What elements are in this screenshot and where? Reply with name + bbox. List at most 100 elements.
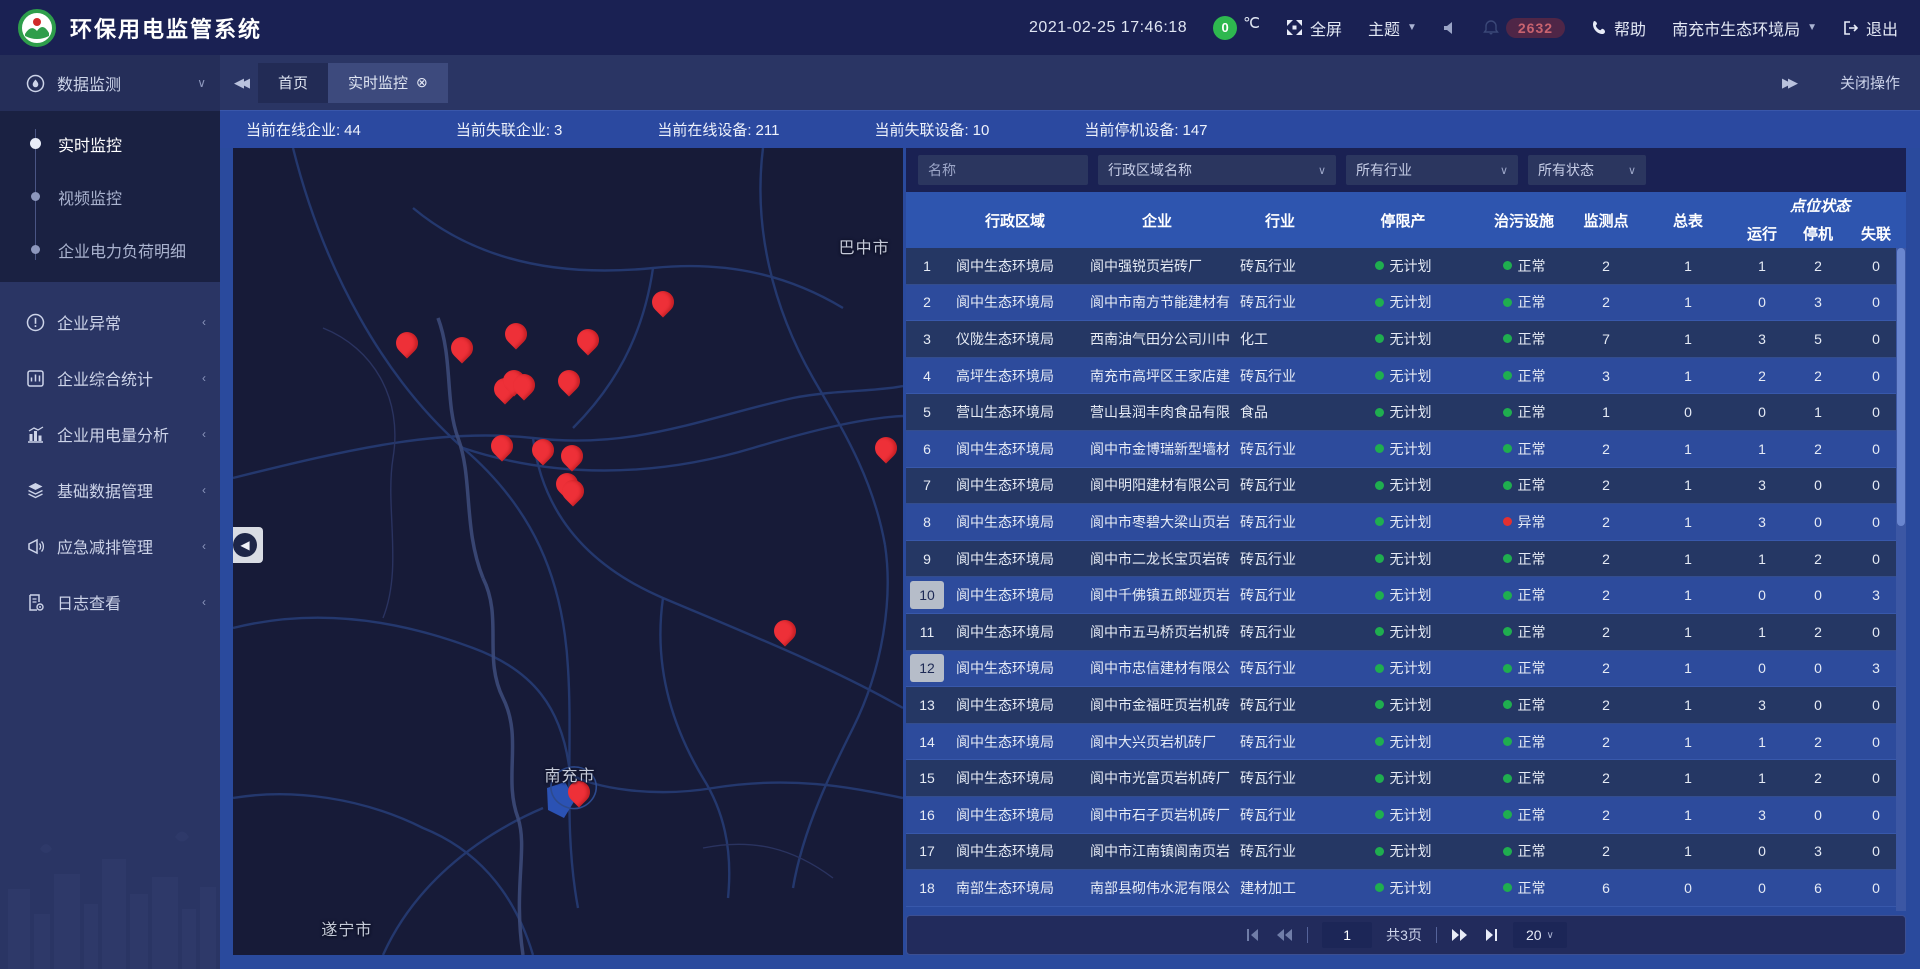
- page-number-input[interactable]: 1: [1322, 922, 1372, 948]
- tab-realtime-monitor[interactable]: 实时监控 ⊗: [328, 63, 448, 103]
- sidebar-item-base-data[interactable]: 基础数据管理‹: [0, 462, 220, 518]
- table-row[interactable]: 8 阆中生态环境局 阆中市枣碧大梁山页岩 砖瓦行业 无计划 异常 2 1 3 0…: [906, 504, 1906, 541]
- page-size-select[interactable]: 20∨: [1513, 922, 1567, 948]
- map-city-label: 遂宁市: [321, 916, 372, 940]
- cell-company: 阆中市南方节能建材有: [1082, 285, 1232, 321]
- map-collapse-button[interactable]: ◀: [233, 527, 263, 563]
- status-dot-icon: [1503, 627, 1512, 636]
- table-row[interactable]: 1 阆中生态环境局 阆中强锐页岩砖厂 砖瓦行业 无计划 正常 2 1 1 2 0: [906, 248, 1906, 285]
- first-page-button[interactable]: [1245, 928, 1261, 942]
- cell-index: 5: [906, 394, 948, 430]
- table-row[interactable]: 4 高坪生态环境局 南充市高坪区王家店建 砖瓦行业 无计划 正常 3 1 2 2…: [906, 358, 1906, 395]
- map-panel[interactable]: 巴中市南充市遂宁市 ◀: [233, 148, 903, 955]
- table-row[interactable]: 13 阆中生态环境局 阆中市金福旺页岩机砖 砖瓦行业 无计划 正常 2 1 3 …: [906, 687, 1906, 724]
- chevron-collapsed-icon: ‹: [202, 483, 206, 497]
- cell-meter-count: 1: [1642, 760, 1734, 796]
- status-dot-icon: [1375, 627, 1384, 636]
- table-row[interactable]: 9 阆中生态环境局 阆中市二龙长宝页岩砖 砖瓦行业 无计划 正常 2 1 1 2…: [906, 541, 1906, 578]
- close-operations-button[interactable]: 关闭操作: [1840, 72, 1900, 93]
- table-row[interactable]: 7 阆中生态环境局 阆中明阳建材有限公司 砖瓦行业 无计划 正常 2 1 3 0…: [906, 468, 1906, 505]
- status-dot-icon: [1375, 408, 1384, 417]
- cell-meter-count: 1: [1642, 541, 1734, 577]
- cell-meter-count: 1: [1642, 248, 1734, 284]
- table-row[interactable]: 11 阆中生态环境局 阆中市五马桥页岩机砖 砖瓦行业 无计划 正常 2 1 1 …: [906, 614, 1906, 651]
- sidebar-item-emergency-reduction[interactable]: 应急减排管理‹: [0, 518, 220, 574]
- tab-close-icon[interactable]: ⊗: [416, 74, 428, 91]
- help-button[interactable]: 帮助: [1591, 16, 1646, 40]
- cell-limit-status: 无计划: [1328, 394, 1478, 430]
- cell-monitor-count: 3: [1570, 358, 1642, 394]
- tab-home[interactable]: 首页: [258, 63, 328, 103]
- org-dropdown[interactable]: 南充市生态环境局▼: [1672, 16, 1817, 40]
- industry-select[interactable]: 所有行业∨: [1346, 155, 1518, 185]
- table-row[interactable]: 5 营山生态环境局 营山县润丰肉食品有限 食品 无计划 正常 1 0 0 1 0: [906, 394, 1906, 431]
- alert-circle-icon: [26, 313, 45, 332]
- table-row[interactable]: 15 阆中生态环境局 阆中市光富页岩机砖厂 砖瓦行业 无计划 正常 2 1 1 …: [906, 760, 1906, 797]
- cell-run-count: 1: [1734, 431, 1790, 467]
- cell-facility-status: 正常: [1478, 870, 1570, 906]
- col-index: [906, 192, 948, 248]
- last-page-button[interactable]: [1483, 928, 1499, 942]
- cell-company: 阆中千佛镇五郎垭页岩: [1082, 577, 1232, 613]
- next-page-icon: [1451, 928, 1469, 942]
- scrollbar-thumb[interactable]: [1897, 248, 1905, 526]
- sidebar-item-log-view[interactable]: 日志查看‹: [0, 574, 220, 630]
- sidebar-item-enterprise-abnormal[interactable]: 企业异常‹: [0, 294, 220, 350]
- cell-meter-count: 1: [1642, 504, 1734, 540]
- cell-index: 6: [906, 431, 948, 467]
- sidebar-item-data-monitoring[interactable]: 数据监测 ∨: [0, 55, 220, 111]
- sidebar-item-video-monitor[interactable]: 视频监控: [0, 170, 220, 223]
- status-dot-icon: [1503, 481, 1512, 490]
- table-row[interactable]: 18 南部生态环境局 南部县砌伟水泥有限公 建材加工 无计划 正常 6 0 0 …: [906, 870, 1906, 907]
- cell-industry: 砖瓦行业: [1232, 431, 1328, 467]
- table-row[interactable]: 10 阆中生态环境局 阆中千佛镇五郎垭页岩 砖瓦行业 无计划 正常 2 1 0 …: [906, 577, 1906, 614]
- cell-meter-count: 1: [1642, 285, 1734, 321]
- cell-limit-status: 无计划: [1328, 285, 1478, 321]
- logout-button[interactable]: 退出: [1843, 16, 1898, 40]
- table-row[interactable]: 3 仪陇生态环境局 西南油气田分公司川中 化工 无计划 正常 7 1 3 5 0: [906, 321, 1906, 358]
- sidebar-item-enterprise-stats[interactable]: 企业综合统计‹: [0, 350, 220, 406]
- tabs-scroll-right-icon[interactable]: ▶▶: [1782, 75, 1794, 91]
- cell-company: 南部县砌伟水泥有限公: [1082, 870, 1232, 906]
- sidebar-item-realtime-monitor[interactable]: 实时监控: [0, 117, 220, 170]
- cell-monitor-count: 2: [1570, 687, 1642, 723]
- pager-divider: [1307, 927, 1308, 943]
- cell-monitor-count: 2: [1570, 834, 1642, 870]
- cell-region: 阆中生态环境局: [948, 797, 1082, 833]
- cell-meter-count: 1: [1642, 577, 1734, 613]
- table-row[interactable]: 14 阆中生态环境局 阆中大兴页岩机砖厂 砖瓦行业 无计划 正常 2 1 1 2…: [906, 724, 1906, 761]
- notification-area[interactable]: 2632: [1483, 18, 1565, 38]
- table-scrollbar[interactable]: [1896, 248, 1906, 911]
- next-page-button[interactable]: [1451, 928, 1469, 942]
- table-row[interactable]: 16 阆中生态环境局 阆中市石子页岩机砖厂 砖瓦行业 无计划 正常 2 1 3 …: [906, 797, 1906, 834]
- cell-index: 15: [906, 760, 948, 796]
- cell-limit-status: 无计划: [1328, 834, 1478, 870]
- status-dot-icon: [1375, 700, 1384, 709]
- name-search-input[interactable]: [918, 155, 1088, 185]
- tabs-scroll-left-icon[interactable]: ◀◀: [234, 75, 246, 91]
- sidebar-item-power-load-detail[interactable]: 企业电力负荷明细: [0, 223, 220, 276]
- submenu-dot-icon: [31, 192, 40, 201]
- logout-icon: [1843, 20, 1859, 36]
- cell-run-count: 2: [1734, 358, 1790, 394]
- cell-company: 阆中市二龙长宝页岩砖: [1082, 541, 1232, 577]
- table-row[interactable]: 6 阆中生态环境局 阆中市金博瑞新型墙材 砖瓦行业 无计划 正常 2 1 1 2…: [906, 431, 1906, 468]
- bar-chart-icon: [26, 425, 45, 444]
- table-row[interactable]: 12 阆中生态环境局 阆中市忠信建材有限公 砖瓦行业 无计划 正常 2 1 0 …: [906, 651, 1906, 688]
- cell-industry: 砖瓦行业: [1232, 358, 1328, 394]
- theme-dropdown[interactable]: 主题▼: [1368, 16, 1417, 40]
- cell-stop-count: 0: [1790, 797, 1846, 833]
- prev-page-button[interactable]: [1275, 928, 1293, 942]
- cell-facility-status: 异常: [1478, 504, 1570, 540]
- status-dot-icon: [1503, 371, 1512, 380]
- sidebar-item-power-analysis[interactable]: 企业用电量分析‹: [0, 406, 220, 462]
- table-row[interactable]: 17 阆中生态环境局 阆中市江南镇阆南页岩 砖瓦行业 无计划 正常 2 1 0 …: [906, 834, 1906, 871]
- app-logo-icon: [18, 9, 56, 47]
- mute-button[interactable]: [1443, 21, 1457, 35]
- fullscreen-button[interactable]: 全屏: [1286, 16, 1342, 40]
- region-select[interactable]: 行政区域名称∨: [1098, 155, 1336, 185]
- status-select[interactable]: 所有状态∨: [1528, 155, 1646, 185]
- cell-region: 阆中生态环境局: [948, 504, 1082, 540]
- cell-stop-count: 5: [1790, 321, 1846, 357]
- table-row[interactable]: 2 阆中生态环境局 阆中市南方节能建材有 砖瓦行业 无计划 正常 2 1 0 3…: [906, 285, 1906, 322]
